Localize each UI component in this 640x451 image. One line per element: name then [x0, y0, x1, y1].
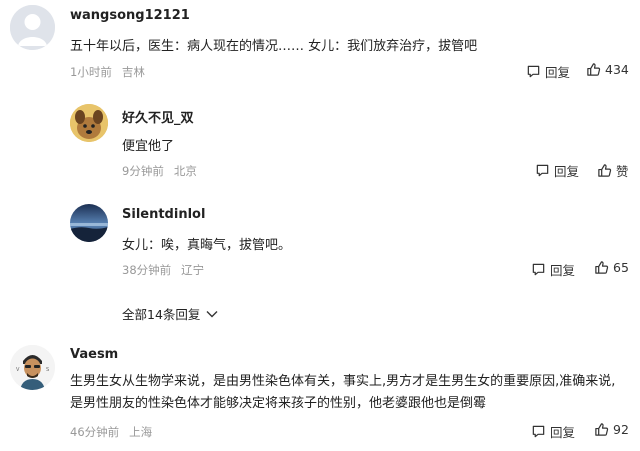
like-button[interactable]: 赞 — [597, 161, 629, 180]
comment-time: 46分钟前 — [70, 425, 120, 439]
comment-meta: 46分钟前 上海 — [70, 424, 152, 440]
comment-time: 1小时前 — [70, 65, 112, 79]
username[interactable]: 好久不见_双 — [122, 107, 194, 126]
comment-meta: 38分钟前 辽宁 — [122, 262, 204, 278]
reply-button[interactable]: 回复 — [535, 161, 579, 180]
thumbs-up-icon — [598, 164, 612, 177]
comment-text: 便宜他了 — [122, 139, 175, 154]
reply-label: 回复 — [550, 263, 576, 278]
dog-avatar-icon — [70, 104, 108, 142]
reply-button[interactable]: 回复 — [531, 422, 575, 441]
svg-text:V: V — [16, 367, 20, 373]
expand-replies-label: 全部14条回复 — [122, 307, 201, 322]
comment-text: 生男生女从生物学来说，是由男性染色体有关，事实上,男方才是生男生女的重要原因,准… — [70, 371, 640, 415]
reply-label: 回复 — [545, 65, 571, 80]
comment-location: 北京 — [173, 164, 197, 178]
comment-bubble-icon — [532, 263, 545, 276]
comment-location: 吉林 — [121, 65, 145, 79]
avatar[interactable] — [70, 104, 108, 142]
thumbs-up-icon — [595, 261, 609, 274]
comment-text-line: 生男生女从生物学来说，是由男性染色体有关，事实上,男方才是生男生女的重要原因,准… — [70, 374, 616, 389]
chevron-down-icon — [206, 310, 218, 317]
comment-time: 9分钟前 — [122, 164, 164, 178]
comment-location: 辽宁 — [181, 263, 205, 277]
like-count: 赞 — [616, 164, 629, 179]
username[interactable]: Silentdinlol — [122, 207, 205, 222]
like-button[interactable]: 92 — [594, 422, 629, 437]
like-count: 434 — [605, 62, 629, 77]
expand-replies-button[interactable]: 全部14条回复 — [122, 304, 218, 323]
comment-bubble-icon — [527, 65, 540, 78]
thumbs-up-icon — [595, 423, 609, 436]
reply-button[interactable]: 回复 — [531, 260, 575, 279]
avatar[interactable]: V S — [10, 345, 55, 390]
like-count: 65 — [613, 260, 629, 275]
svg-text:S: S — [46, 367, 49, 373]
like-button[interactable]: 434 — [586, 62, 629, 77]
avatar[interactable] — [70, 204, 108, 242]
username[interactable]: Vaesm — [70, 347, 118, 362]
avatar[interactable] — [10, 5, 55, 50]
comment-location: 上海 — [129, 425, 153, 439]
thumbs-up-icon — [587, 63, 601, 76]
like-button[interactable]: 65 — [594, 260, 629, 275]
cartoon-avatar-icon: V S — [10, 345, 55, 390]
reply-label: 回复 — [554, 164, 580, 179]
default-avatar-icon — [10, 5, 55, 50]
comment-text: 五十年以后，医生：病人现在的情况…… 女儿：我们放弃治疗，拔管吧 — [70, 39, 478, 54]
comment-text: 女儿：唉，真晦气，拔管吧。 — [122, 238, 292, 253]
comment-text-line: 是男性朋友的性染色体才能够决定将来孩子的性别，他老婆跟他也是倒霉 — [70, 396, 487, 411]
landscape-avatar-icon — [70, 204, 108, 242]
comment-bubble-icon — [532, 425, 545, 438]
username[interactable]: wangsong12121 — [70, 8, 190, 23]
comment-meta: 1小时前 吉林 — [70, 64, 145, 80]
reply-button[interactable]: 回复 — [526, 62, 570, 81]
comment-bubble-icon — [536, 164, 549, 177]
comment-meta: 9分钟前 北京 — [122, 163, 197, 179]
like-count: 92 — [613, 422, 629, 437]
reply-label: 回复 — [550, 425, 576, 440]
comment-time: 38分钟前 — [122, 263, 172, 277]
